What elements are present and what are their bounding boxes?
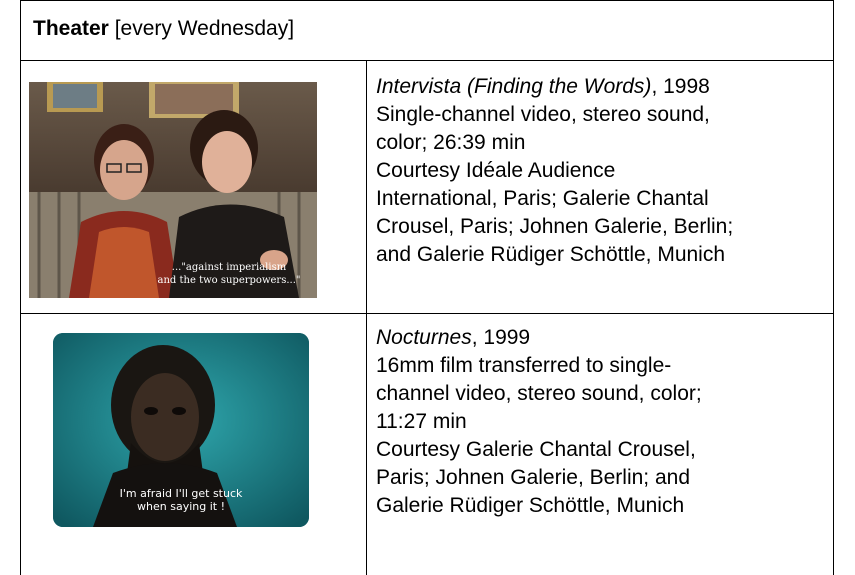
caption-line: International, Paris; Galerie Chantal bbox=[376, 187, 709, 210]
caption-line: Paris; Johnen Galerie, Berlin; and bbox=[376, 466, 691, 489]
heading-bold: Theater bbox=[33, 17, 109, 40]
caption-line: channel video, stereo sound, color; bbox=[376, 382, 702, 405]
caption-line: 11:27 min bbox=[376, 410, 467, 433]
heading-rest: [every Wednesday] bbox=[108, 17, 295, 40]
caption-line: Crousel, Paris; Johnen Galerie, Berlin; bbox=[376, 215, 734, 238]
caption-line: color; 26:39 min bbox=[376, 131, 526, 154]
caption-line: 16mm film transferred to single- bbox=[376, 354, 672, 377]
still-subtitle-line-2: and the two superpowers..." bbox=[158, 275, 301, 286]
still-subtitle-line-2: when saying it ! bbox=[137, 500, 225, 513]
table-divider-header bbox=[20, 60, 834, 61]
caption-line: Galerie Rüdiger Schöttle, Munich bbox=[376, 494, 685, 517]
still-subtitle-line-1: ..."against imperialism bbox=[172, 262, 287, 273]
work-caption-nocturnes: Nocturnes, 1999 16mm film transferred to… bbox=[376, 324, 702, 520]
work-year: , 1998 bbox=[651, 75, 710, 98]
work-title-line: Intervista (Finding the Words), 1998 bbox=[376, 73, 733, 101]
caption-line: Courtesy Galerie Chantal Crousel, bbox=[376, 438, 696, 461]
video-still-intervista: ..."against imperialism and the two supe… bbox=[29, 82, 317, 298]
still-subtitle-line-1: I'm afraid I'll get stuck bbox=[120, 487, 243, 500]
table-column-divider bbox=[366, 60, 367, 575]
work-caption-intervista: Intervista (Finding the Words), 1998 Sin… bbox=[376, 73, 733, 269]
work-title: Intervista (Finding the Words) bbox=[376, 75, 652, 98]
table-border-top bbox=[20, 0, 834, 1]
section-heading: Theater [every Wednesday] bbox=[33, 16, 294, 42]
video-still-image: I'm afraid I'll get stuck when saying it… bbox=[53, 333, 309, 527]
document-page: Theater [every Wednesday] ..."against im… bbox=[0, 0, 855, 575]
work-year: , 1999 bbox=[471, 326, 531, 349]
video-still-image: ..."against imperialism and the two supe… bbox=[29, 82, 317, 298]
video-still-nocturnes: I'm afraid I'll get stuck when saying it… bbox=[53, 333, 309, 527]
caption-line: Courtesy Idéale Audience bbox=[376, 159, 616, 182]
table-border-right bbox=[833, 0, 834, 575]
work-title: Nocturnes bbox=[376, 326, 472, 349]
table-border-left bbox=[20, 0, 21, 575]
caption-line: Single-channel video, stereo sound, bbox=[376, 103, 710, 126]
caption-line: and Galerie Rüdiger Schöttle, Munich bbox=[376, 243, 726, 266]
work-title-line: Nocturnes, 1999 bbox=[376, 324, 702, 352]
table-divider-row bbox=[20, 313, 834, 314]
